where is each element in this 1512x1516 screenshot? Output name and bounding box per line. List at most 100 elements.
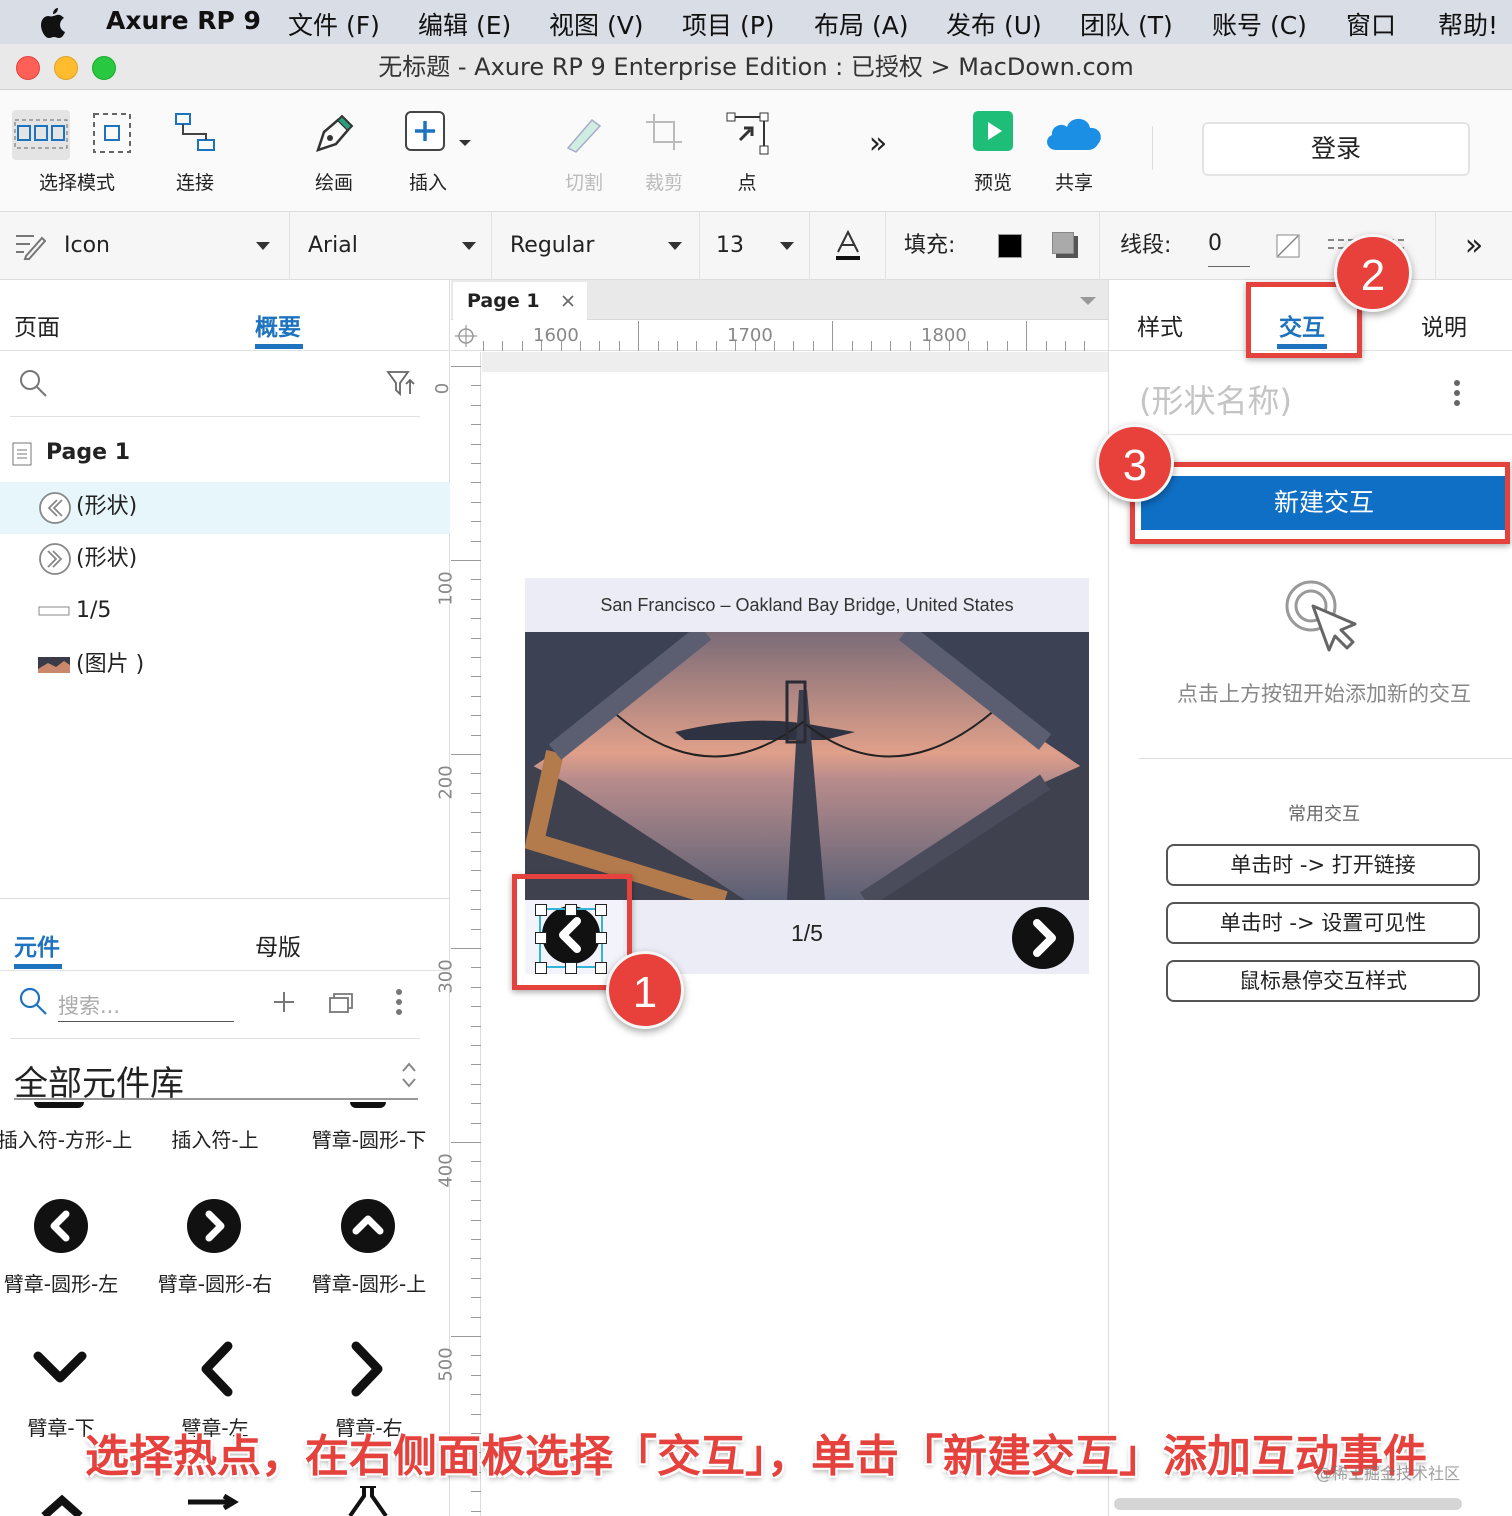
widget-badge-circle-up[interactable]: 臂章-圆形-上 bbox=[294, 1268, 444, 1297]
more-vertical-icon[interactable] bbox=[1451, 378, 1463, 408]
apple-icon[interactable] bbox=[38, 6, 68, 38]
zoom-window-button[interactable] bbox=[92, 56, 116, 80]
chevron-circle-up-icon[interactable] bbox=[340, 1198, 396, 1254]
onclick-open-link-button[interactable]: 单击时 -> 打开链接 bbox=[1166, 844, 1480, 886]
widget-badge-circle-down[interactable]: 臂章-圆形-下 bbox=[294, 1124, 444, 1153]
select-intersect-icon[interactable] bbox=[12, 110, 70, 160]
font-size-dropdown[interactable]: 13 bbox=[700, 212, 810, 280]
insert-button[interactable]: 插入 bbox=[398, 108, 474, 208]
tabs-dropdown-icon[interactable] bbox=[1079, 296, 1097, 306]
menu-help[interactable]: 帮助! bbox=[1438, 6, 1498, 42]
main-toolbar: 选择模式 连接 绘画 插入 切割 裁剪 点 » 预览 共享 登录 bbox=[0, 90, 1512, 212]
shadow-button[interactable] bbox=[1052, 232, 1078, 258]
stroke-color-icon[interactable] bbox=[1276, 234, 1300, 258]
style-dropdown[interactable]: Icon bbox=[0, 212, 290, 280]
library-manage-icon[interactable] bbox=[328, 990, 358, 1014]
font-weight-dropdown[interactable]: Regular bbox=[492, 212, 700, 280]
widget-caret-square-up[interactable]: 插入符-方形-上 bbox=[0, 1124, 140, 1153]
menu-edit[interactable]: 编辑 (E) bbox=[418, 6, 511, 42]
minimize-window-button[interactable] bbox=[54, 56, 78, 80]
chevron-circle-right-icon[interactable] bbox=[186, 1198, 242, 1254]
tab-widgets[interactable]: 元件 bbox=[14, 928, 60, 962]
page-tab[interactable]: Page 1 bbox=[453, 282, 587, 321]
hover-style-button[interactable]: 鼠标悬停交互样式 bbox=[1166, 960, 1480, 1002]
stylebar-overflow-button[interactable]: » bbox=[1436, 212, 1512, 280]
ruler-tick bbox=[793, 341, 795, 351]
horizontal-ruler: 1600 1700 1800 bbox=[451, 321, 1108, 351]
ruler-tick bbox=[618, 341, 620, 351]
chevron-down-icon[interactable] bbox=[32, 1348, 88, 1388]
ruler-label: 100 bbox=[435, 571, 457, 606]
flask-icon[interactable] bbox=[344, 1486, 392, 1516]
style-toolbar: Icon Arial Regular 13 填充: 线段: 0 » bbox=[0, 212, 1512, 280]
select-mode-button[interactable]: 选择模式 bbox=[10, 108, 144, 208]
library-select[interactable]: 全部元件库 bbox=[14, 1056, 418, 1104]
onclick-set-visibility-button[interactable]: 单击时 -> 设置可见性 bbox=[1166, 902, 1480, 944]
outline-item-selected[interactable]: (形状) bbox=[0, 482, 450, 534]
app-menu[interactable]: Axure RP 9 bbox=[106, 6, 261, 35]
horizontal-scrollbar[interactable] bbox=[1114, 1498, 1462, 1510]
stroke-width-input[interactable]: 0 bbox=[1208, 222, 1250, 267]
search-icon[interactable] bbox=[18, 368, 48, 398]
tab-outline[interactable]: 概要 bbox=[255, 308, 301, 342]
outline-item[interactable]: 1/5 bbox=[0, 586, 450, 636]
bridge-photo[interactable] bbox=[525, 632, 1089, 900]
font-color-button[interactable] bbox=[810, 212, 886, 280]
fill-color-swatch[interactable] bbox=[998, 234, 1022, 258]
close-window-button[interactable] bbox=[16, 56, 40, 80]
tab-pages[interactable]: 页面 bbox=[14, 308, 60, 342]
swap-arrows-icon[interactable] bbox=[186, 1494, 242, 1516]
widget-badge-circle-left[interactable]: 臂章-圆形-左 bbox=[0, 1268, 136, 1297]
chevron-right-icon[interactable] bbox=[348, 1340, 388, 1398]
share-button[interactable]: 共享 bbox=[1040, 108, 1108, 208]
ruler-tick bbox=[677, 341, 678, 351]
menu-team[interactable]: 团队 (T) bbox=[1080, 6, 1173, 42]
mac-menubar: Axure RP 9 文件 (F) 编辑 (E) 视图 (V) 项目 (P) 布… bbox=[0, 0, 1512, 44]
chevron-down-icon bbox=[462, 212, 476, 280]
slice-button[interactable]: 切割 bbox=[552, 108, 616, 208]
ruler-label: 300 bbox=[435, 959, 457, 994]
select-contain-icon[interactable] bbox=[92, 112, 132, 154]
chevron-up-icon[interactable] bbox=[40, 1494, 84, 1516]
menu-window[interactable]: 窗口 bbox=[1346, 6, 1396, 42]
tab-style[interactable]: 样式 bbox=[1137, 308, 1183, 342]
ruler-label: 200 bbox=[435, 765, 457, 800]
widget-search-input[interactable]: 搜索... bbox=[58, 990, 234, 1022]
tab-masters[interactable]: 母版 bbox=[255, 928, 301, 962]
font-family-dropdown[interactable]: Arial bbox=[290, 212, 492, 280]
filter-icon[interactable] bbox=[386, 370, 416, 398]
ruler-tick bbox=[774, 341, 775, 351]
updown-chevron-icon bbox=[402, 1062, 416, 1088]
ruler-tick bbox=[909, 341, 911, 351]
outline-page-row[interactable]: Page 1 bbox=[0, 428, 450, 478]
menu-project[interactable]: 项目 (P) bbox=[682, 6, 775, 42]
draw-button[interactable]: 绘画 bbox=[298, 108, 370, 208]
chevron-circle-left-icon[interactable] bbox=[33, 1198, 89, 1254]
canvas-top-strip bbox=[482, 352, 1108, 372]
preview-button[interactable]: 预览 bbox=[962, 108, 1024, 208]
menu-account[interactable]: 账号 (C) bbox=[1212, 6, 1307, 42]
connect-button[interactable]: 连接 bbox=[160, 108, 230, 208]
widget-badge-circle-right[interactable]: 臂章-圆形-右 bbox=[140, 1268, 290, 1297]
shape-name-input[interactable]: (形状名称) bbox=[1139, 376, 1292, 422]
menu-arrange[interactable]: 布局 (A) bbox=[814, 6, 909, 42]
close-tab-icon[interactable] bbox=[561, 294, 575, 308]
chevron-left-icon[interactable] bbox=[196, 1340, 236, 1398]
more-vertical-icon[interactable] bbox=[394, 988, 404, 1016]
fill-section: 填充: bbox=[886, 212, 1100, 280]
pen-tool-icon bbox=[316, 114, 354, 152]
toolbar-overflow-button[interactable]: » bbox=[856, 126, 900, 166]
point-button[interactable]: 点 bbox=[716, 108, 778, 208]
menu-file[interactable]: 文件 (F) bbox=[288, 6, 380, 42]
outline-item[interactable]: (形状) bbox=[0, 534, 450, 584]
next-slide-icon[interactable] bbox=[1011, 906, 1075, 970]
add-library-icon[interactable] bbox=[272, 990, 296, 1014]
outline-item[interactable]: (图片 ) bbox=[0, 640, 450, 690]
ruler-label: 1700 bbox=[727, 325, 773, 346]
crop-button[interactable]: 裁剪 bbox=[632, 108, 696, 208]
tab-notes[interactable]: 说明 bbox=[1421, 308, 1467, 342]
login-button[interactable]: 登录 bbox=[1202, 122, 1470, 176]
menu-view[interactable]: 视图 (V) bbox=[549, 6, 644, 42]
menu-publish[interactable]: 发布 (U) bbox=[946, 6, 1042, 42]
widget-caret-up[interactable]: 插入符-上 bbox=[140, 1124, 290, 1153]
